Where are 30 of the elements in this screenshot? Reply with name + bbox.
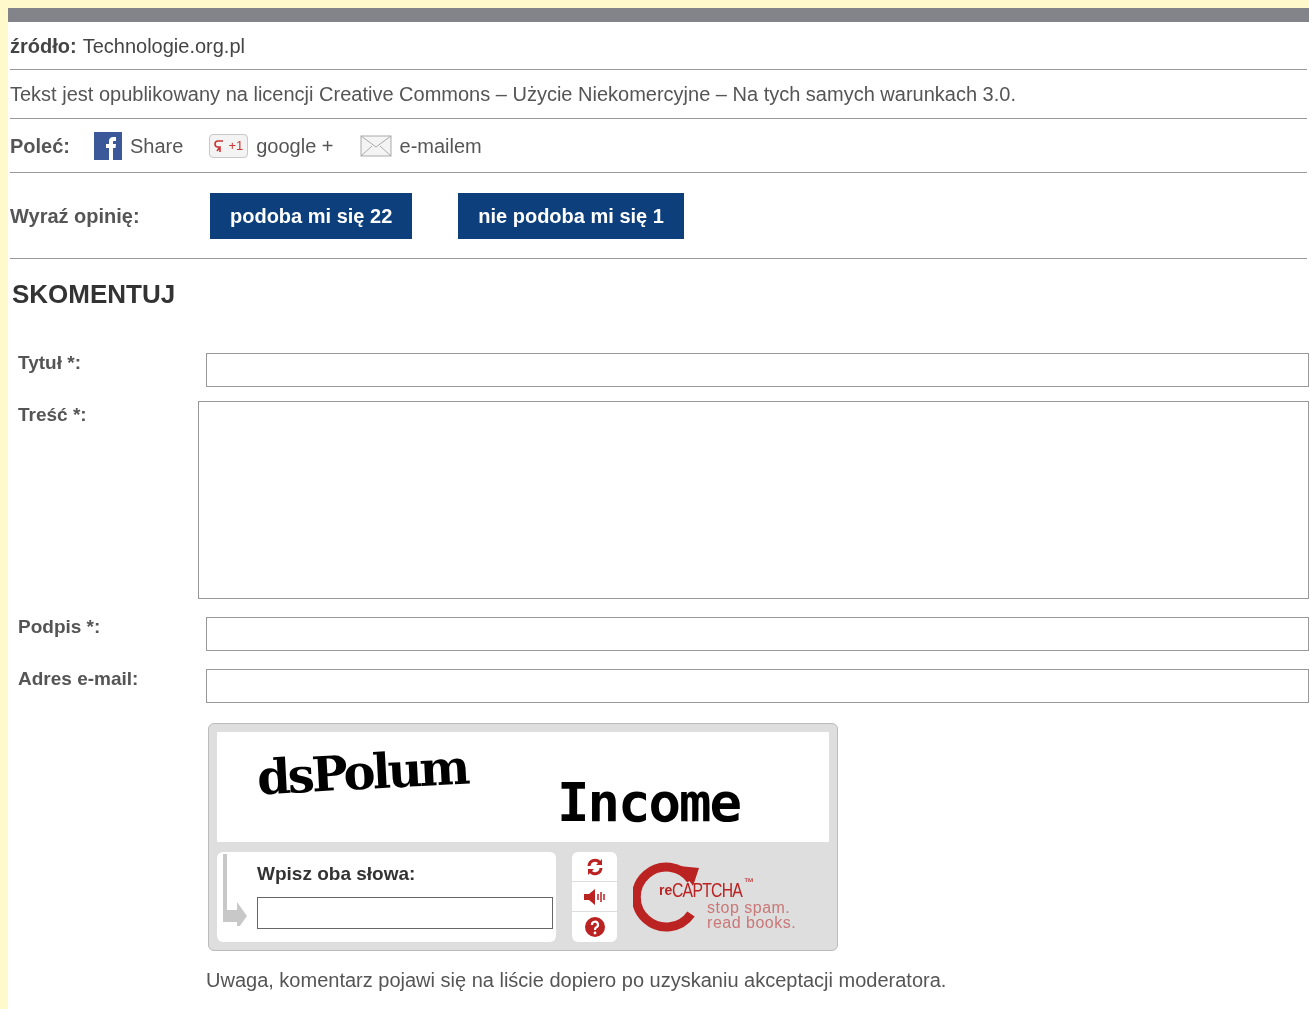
- facebook-icon: [94, 131, 123, 160]
- envelope-icon: [359, 134, 392, 157]
- source-label: źródło:: [10, 33, 77, 59]
- vote-button[interactable]: podoba mi się 22: [210, 192, 413, 239]
- speaker-icon: [582, 887, 607, 906]
- field-label: Adres e-mail:: [17, 667, 140, 691]
- input-field[interactable]: [206, 353, 1309, 387]
- plus-one-icon: +1: [209, 133, 249, 158]
- share-link[interactable]: +1 google +: [209, 130, 334, 161]
- license-text: Tekst jest opublikowany na licencji Creative Commons – Użycie Niekomercyjne – Na tych samych warunkach 3.0.: [10, 82, 1016, 107]
- source-text: Technologie.org.pl: [82, 33, 245, 59]
- arrow-icon: [221, 854, 247, 926]
- input-field[interactable]: [206, 617, 1309, 651]
- field-label: Treść *:: [17, 403, 88, 427]
- share-label: Poleć:: [10, 133, 71, 159]
- recaptcha-logo: reCAPTCHA™ stop spam. read books.: [633, 852, 829, 942]
- input-field[interactable]: [206, 669, 1309, 703]
- field-label: Tytuł *:: [17, 351, 82, 375]
- opinion-label: Wyraź opinię:: [10, 203, 141, 229]
- share-link[interactable]: Share: [94, 130, 184, 161]
- help-icon: [584, 917, 605, 937]
- field-label: Podpis *:: [17, 615, 102, 639]
- captcha-word: dsPolum: [255, 737, 470, 808]
- captcha-input[interactable]: [257, 896, 553, 929]
- captcha-word: Income: [557, 776, 741, 830]
- moderation-note: Uwaga, komentarz pojawi się na liście dopiero po uzyskaniu akceptacji moderatora.: [206, 968, 948, 993]
- share-link[interactable]: e-mailem: [359, 130, 482, 161]
- vote-button[interactable]: nie podoba mi się 1: [458, 192, 684, 239]
- section-heading: SKOMENTUJ: [11, 278, 177, 311]
- captcha-prompt: Wpisz oba słowa:: [257, 862, 417, 886]
